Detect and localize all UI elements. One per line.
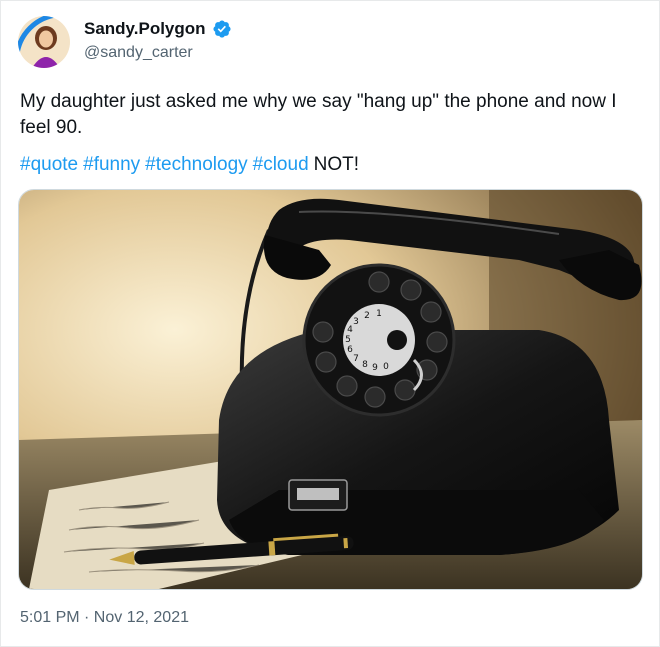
dial-digit: 7 xyxy=(353,354,359,364)
dial-digit: 5 xyxy=(345,335,351,345)
user-handle[interactable]: @sandy_carter xyxy=(84,44,193,62)
hashtag-cloud[interactable]: #cloud xyxy=(253,154,309,175)
avatar[interactable] xyxy=(18,16,70,68)
dial-digit: 3 xyxy=(353,317,359,327)
avatar-image xyxy=(18,16,70,68)
name-row: Sandy.Polygon xyxy=(84,19,232,39)
tweet-card: Sandy.Polygon @sandy_carter My daughter … xyxy=(0,0,660,647)
tweet-text: My daughter just asked me why we say "ha… xyxy=(20,91,617,138)
tweet-suffix: NOT! xyxy=(313,154,360,175)
dial-digit: 9 xyxy=(372,363,378,373)
hashtag-quote[interactable]: #quote xyxy=(20,154,78,175)
tweet-photo[interactable]: 1 2 3 4 5 6 7 8 9 0 xyxy=(18,189,643,590)
display-name[interactable]: Sandy.Polygon xyxy=(84,19,206,39)
rotary-phone-photo: 1 2 3 4 5 6 7 8 9 0 xyxy=(19,190,642,589)
dial-digit: 8 xyxy=(362,360,368,370)
hashtag-line: #quote #funny #technology #cloud NOT! xyxy=(20,152,359,178)
verified-badge-icon xyxy=(213,20,231,38)
dial-digit: 2 xyxy=(364,311,370,321)
dial-digit: 0 xyxy=(383,362,389,372)
hashtag-technology[interactable]: #technology xyxy=(145,154,247,175)
hashtag-funny[interactable]: #funny xyxy=(83,154,140,175)
tweet-timestamp[interactable]: 5:01 PM · Nov 12, 2021 xyxy=(20,609,189,627)
dial-digit: 4 xyxy=(347,325,353,335)
dial-digit: 1 xyxy=(376,309,382,319)
